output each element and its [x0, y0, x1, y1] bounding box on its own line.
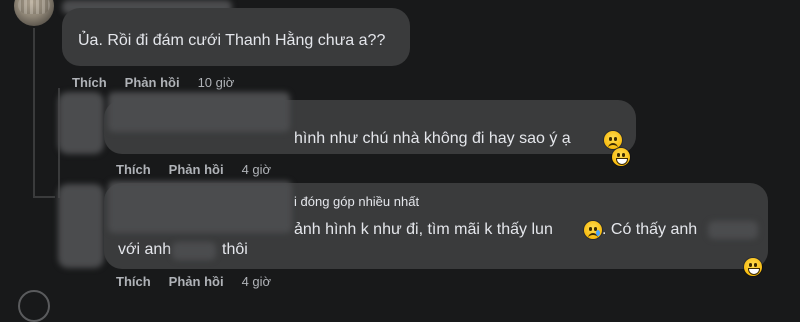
comment-actions-2: Thích Phản hồi 4 giờ [116, 162, 271, 178]
comment-text-3-line2b: thôi [222, 241, 248, 258]
name-blur [108, 181, 292, 233]
avatar[interactable] [14, 0, 54, 26]
comment-text-1: Ủa. Rồi đi đám cưới Thanh Hằng chưa a?? [78, 32, 386, 49]
comment-text-3-line1-tail: . Có thấy anh [602, 221, 698, 238]
top-contributor-badge: i đóng góp nhiều nhất [294, 194, 420, 209]
grinning-face-emoji [744, 258, 762, 276]
next-avatar-outline [18, 290, 50, 322]
comment-text-3-line2a: với anh [118, 241, 172, 258]
comment-actions-1: Thích Phản hồi 10 giờ [72, 75, 234, 91]
reply-button[interactable]: Phản hồi [125, 75, 180, 91]
comment-actions-3: Thích Phản hồi 4 giờ [116, 274, 271, 290]
reply-button[interactable]: Phản hồi [169, 274, 224, 290]
avatar-blur [58, 184, 104, 268]
sad-face-emoji [604, 131, 622, 149]
avatar-blur [58, 92, 104, 154]
thread-line-main [33, 28, 35, 198]
name-blur [108, 92, 290, 132]
thread-line-branch [33, 196, 55, 198]
comment-text-2: hình như chú nhà không đi hay sao ý ạ [294, 130, 571, 147]
reply-button[interactable]: Phản hồi [169, 162, 224, 178]
grinning-face-emoji [612, 148, 630, 166]
comment-text-3-line1: ảnh hình k như đi, tìm mãi k thấy lun [294, 221, 553, 238]
like-button[interactable]: Thích [72, 75, 107, 91]
like-button[interactable]: Thích [116, 274, 151, 290]
timestamp: 10 giờ [197, 75, 235, 90]
crying-face-emoji [584, 221, 602, 239]
text-blur [172, 242, 216, 260]
timestamp: 4 giờ [241, 274, 272, 289]
timestamp: 4 giờ [241, 162, 272, 177]
like-button[interactable]: Thích [116, 162, 151, 178]
text-blur [708, 221, 758, 239]
